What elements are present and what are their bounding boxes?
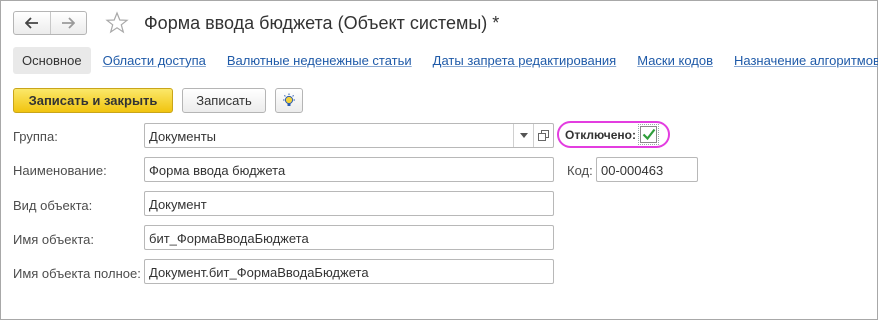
tab-code-masks[interactable]: Маски кодов [637, 53, 713, 68]
save-button[interactable]: Записать [182, 88, 266, 113]
name-label: Наименование: [13, 163, 107, 178]
tab-main[interactable]: Основное [13, 46, 91, 74]
save-and-close-button[interactable]: Записать и закрыть [13, 88, 173, 113]
object-kind-label: Вид объекта: [13, 198, 93, 213]
forward-button[interactable] [49, 12, 87, 34]
favorite-button[interactable] [105, 11, 129, 35]
form-window: Форма ввода бюджета (Объект системы) * О… [0, 0, 878, 320]
disabled-label: Отключено: [565, 127, 636, 142]
name-field[interactable]: Форма ввода бюджета [144, 157, 554, 182]
arrow-right-icon [62, 17, 76, 29]
lightbulb-icon [283, 93, 295, 106]
object-full-name-label: Имя объекта полное: [13, 266, 141, 281]
code-label: Код: [567, 163, 593, 178]
code-field[interactable]: 00-000463 [596, 157, 698, 182]
object-name-label: Имя объекта: [13, 232, 95, 247]
disabled-highlight: Отключено: [557, 121, 670, 148]
tab-currency-nonmonetary-items[interactable]: Валютные неденежные статьи [227, 53, 412, 68]
object-kind-field[interactable]: Документ [144, 191, 554, 216]
group-open-button[interactable] [533, 124, 553, 147]
group-select[interactable]: Документы [144, 123, 554, 148]
group-dropdown-button[interactable] [513, 124, 533, 147]
checkmark-icon [642, 128, 655, 141]
disabled-checkbox[interactable] [638, 124, 659, 145]
tab-access-areas[interactable]: Области доступа [103, 53, 206, 68]
tab-edit-lock-dates[interactable]: Даты запрета редактирования [433, 53, 617, 68]
chevron-down-icon [519, 133, 528, 138]
object-full-name-field[interactable]: Документ.бит_ФормаВводаБюджета [144, 259, 554, 284]
open-window-icon [538, 130, 549, 141]
navigation-buttons [13, 11, 87, 35]
arrow-left-icon [24, 17, 38, 29]
tab-bar: Основное Области доступа Валютные недене… [13, 46, 878, 74]
group-value: Документы [149, 129, 217, 144]
page-title: Форма ввода бюджета (Объект системы) * [144, 13, 500, 33]
hint-button[interactable] [275, 88, 303, 113]
object-name-field[interactable]: бит_ФормаВводаБюджета [144, 225, 554, 250]
star-icon [105, 11, 129, 34]
back-button[interactable] [14, 12, 50, 34]
group-label: Группа: [13, 129, 58, 144]
tab-algorithm-assignment[interactable]: Назначение алгоритмов [734, 53, 878, 68]
